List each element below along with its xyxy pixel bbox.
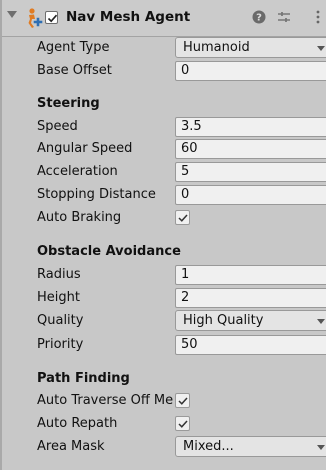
base-offset-row: Base Offset 0 bbox=[2, 60, 326, 82]
stopping-distance-field[interactable]: 0 bbox=[175, 185, 326, 205]
foldout-arrow-icon[interactable] bbox=[7, 11, 17, 18]
stopping-distance-row: Stopping Distance 0 bbox=[2, 184, 326, 206]
auto-repath-row: Auto Repath bbox=[2, 413, 326, 435]
component-enabled-checkbox[interactable] bbox=[45, 11, 58, 24]
speed-field[interactable]: 3.5 bbox=[175, 117, 326, 137]
priority-label: Priority bbox=[37, 337, 84, 352]
area-mask-row: Area Mask Mixed... bbox=[2, 436, 326, 458]
auto-repath-checkbox[interactable] bbox=[175, 416, 190, 431]
speed-row: Speed 3.5 bbox=[2, 116, 326, 138]
auto-braking-checkbox[interactable] bbox=[175, 210, 190, 225]
radius-field[interactable]: 1 bbox=[175, 265, 326, 285]
nav-mesh-agent-inspector: Nav Mesh Agent ? Agent Type Humanoid Bas… bbox=[0, 0, 326, 470]
component-title: Nav Mesh Agent bbox=[66, 9, 191, 25]
auto-traverse-checkbox[interactable] bbox=[175, 393, 190, 408]
path-finding-heading: Path Finding bbox=[37, 371, 130, 386]
radius-label: Radius bbox=[37, 267, 81, 282]
agent-type-dropdown[interactable]: Humanoid bbox=[175, 37, 326, 58]
more-options-icon[interactable] bbox=[310, 9, 326, 25]
speed-label: Speed bbox=[37, 119, 78, 134]
help-icon[interactable]: ? bbox=[251, 9, 267, 25]
radius-row: Radius 1 bbox=[2, 264, 326, 286]
agent-type-label: Agent Type bbox=[37, 40, 110, 55]
quality-value: High Quality bbox=[183, 313, 264, 328]
angular-speed-field[interactable]: 60 bbox=[175, 139, 326, 159]
preset-icon[interactable] bbox=[276, 9, 292, 25]
auto-braking-label: Auto Braking bbox=[37, 210, 122, 225]
checkmark-icon bbox=[178, 214, 188, 222]
chevron-down-icon bbox=[317, 46, 325, 51]
priority-field[interactable]: 50 bbox=[175, 335, 326, 355]
stopping-distance-label: Stopping Distance bbox=[37, 187, 156, 202]
component-header[interactable]: Nav Mesh Agent ? bbox=[2, 0, 326, 37]
base-offset-label: Base Offset bbox=[37, 63, 112, 78]
quality-row: Quality High Quality bbox=[2, 310, 326, 332]
acceleration-row: Acceleration 5 bbox=[2, 161, 326, 183]
auto-braking-row: Auto Braking bbox=[2, 207, 326, 229]
quality-dropdown[interactable]: High Quality bbox=[175, 310, 326, 331]
chevron-down-icon bbox=[317, 445, 325, 450]
area-mask-value: Mixed... bbox=[183, 439, 234, 454]
checkmark-icon bbox=[178, 420, 188, 428]
auto-traverse-row: Auto Traverse Off Me bbox=[2, 390, 326, 412]
auto-repath-label: Auto Repath bbox=[37, 416, 118, 431]
agent-type-value: Humanoid bbox=[183, 40, 250, 55]
acceleration-field[interactable]: 5 bbox=[175, 162, 326, 182]
obstacle-avoidance-heading: Obstacle Avoidance bbox=[37, 244, 181, 259]
acceleration-label: Acceleration bbox=[37, 164, 118, 179]
checkmark-icon bbox=[178, 397, 188, 405]
area-mask-label: Area Mask bbox=[37, 439, 105, 454]
priority-row: Priority 50 bbox=[2, 334, 326, 356]
navmesh-agent-icon bbox=[28, 8, 43, 28]
agent-type-row: Agent Type Humanoid bbox=[2, 37, 326, 59]
angular-speed-row: Angular Speed 60 bbox=[2, 138, 326, 160]
auto-traverse-label: Auto Traverse Off Me bbox=[37, 393, 174, 408]
svg-text:?: ? bbox=[256, 13, 262, 24]
angular-speed-label: Angular Speed bbox=[37, 141, 133, 156]
chevron-down-icon bbox=[317, 319, 325, 324]
height-label: Height bbox=[37, 290, 80, 305]
height-field[interactable]: 2 bbox=[175, 288, 326, 308]
base-offset-field[interactable]: 0 bbox=[175, 61, 326, 81]
steering-heading: Steering bbox=[37, 96, 100, 111]
height-row: Height 2 bbox=[2, 287, 326, 309]
area-mask-dropdown[interactable]: Mixed... bbox=[175, 436, 326, 457]
quality-label: Quality bbox=[37, 313, 84, 328]
